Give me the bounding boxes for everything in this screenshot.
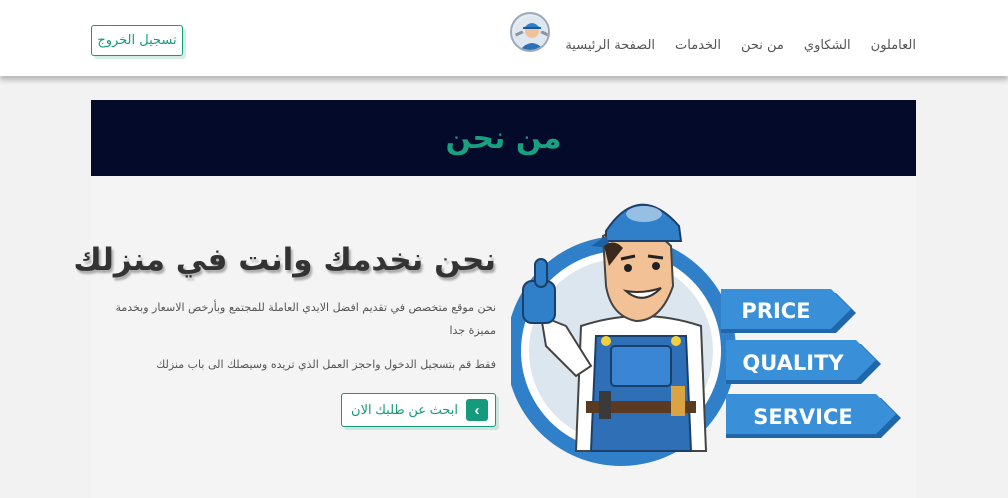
ribbon-price-label: PRICE (741, 299, 810, 323)
ribbon-service: SERVICE (726, 394, 901, 438)
nav-link-workers[interactable]: العاملون (871, 38, 916, 53)
nav-link-about[interactable]: من نحن (741, 38, 784, 53)
nav-link-complaints[interactable]: الشكاوي (804, 38, 851, 53)
nav-link-services[interactable]: الخدمات (675, 38, 721, 53)
search-order-button[interactable]: ابحث عن طلبك الان ‹ (341, 393, 496, 427)
about-headline: نحن نخدمك وانت في منزلك (73, 242, 496, 278)
ribbon-quality: QUALITY (726, 340, 881, 384)
ribbon-price: PRICE (721, 289, 856, 333)
hero-banner: من نحن (91, 100, 916, 176)
ribbon-service-label: SERVICE (753, 405, 852, 429)
ribbon-quality-label: QUALITY (742, 351, 844, 375)
main-nav: الصفحة الرئيسية الخدمات من نحن الشكاوي ا… (565, 38, 916, 53)
about-instructions: فقط قم بتسجيل الدخول واحجز العمل الذي تر… (156, 358, 496, 371)
page-title: من نحن (445, 120, 562, 156)
search-order-label: ابحث عن طلبك الان (351, 402, 458, 417)
nav-link-home[interactable]: الصفحة الرئيسية (565, 38, 655, 53)
about-description: نحن موقع متخصص في تقديم افضل الايدي العا… (115, 301, 496, 337)
worker-logo-icon[interactable] (510, 12, 550, 52)
logout-button[interactable]: تسجيل الخروج (91, 25, 183, 56)
worker-illustration: PRICE QUALITY SERVICE (506, 176, 916, 498)
chevron-left-icon: ‹ (466, 399, 488, 421)
about-section: نحن نخدمك وانت في منزلك نحن موقع متخصص ف… (73, 176, 916, 498)
navbar: تسجيل الخروج الصفحة الرئيسية الخدمات من … (0, 0, 1008, 76)
